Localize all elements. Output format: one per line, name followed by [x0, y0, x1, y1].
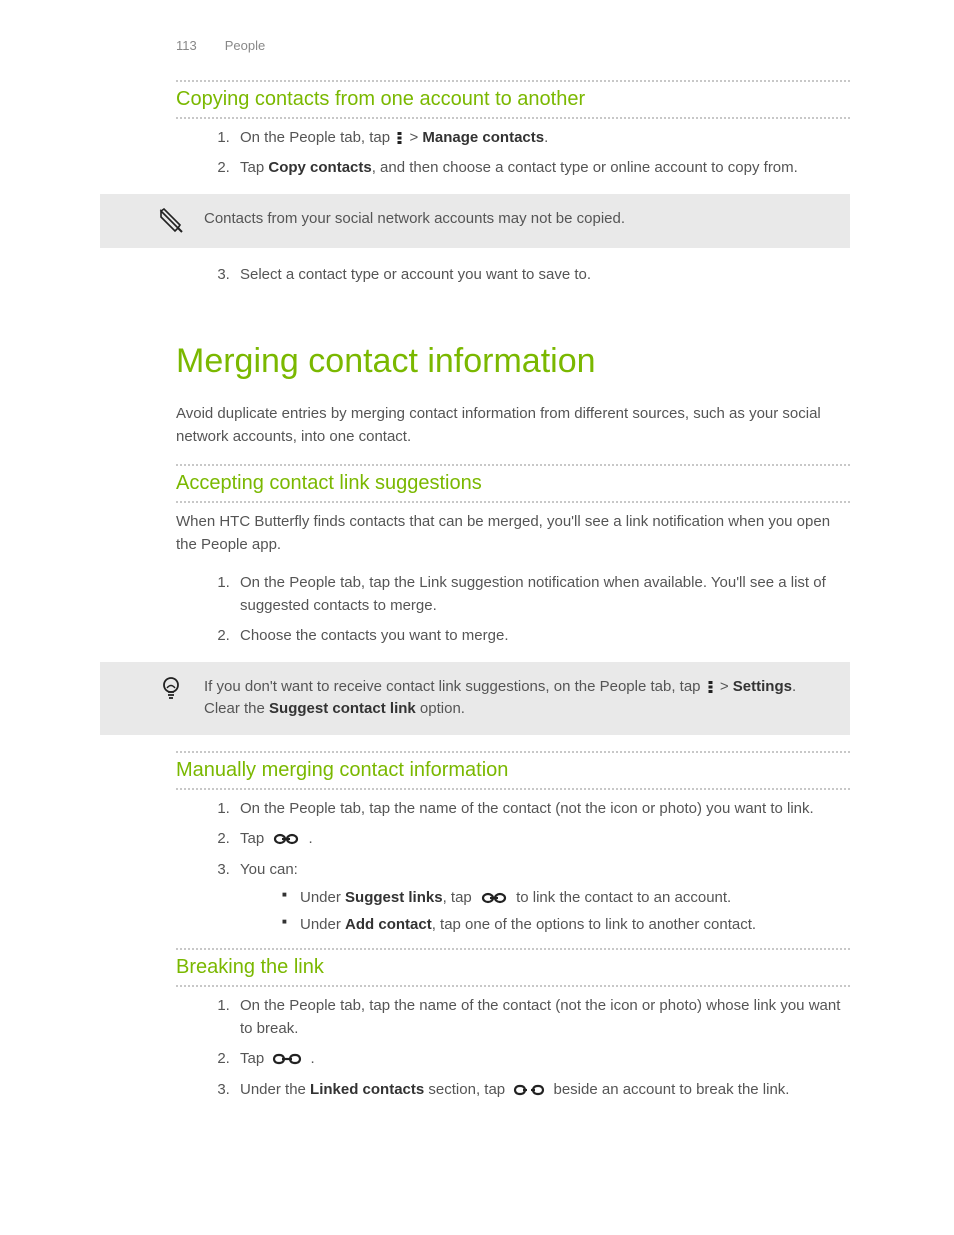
accept-step-2: Choose the contacts you want to merge. — [234, 625, 850, 648]
tip-disable-suggestions: If you don't want to receive contact lin… — [100, 662, 850, 735]
heading-merging: Merging contact information — [176, 336, 850, 387]
tip-text: If you don't want to receive contact lin… — [204, 676, 820, 721]
chain-link-icon — [480, 891, 508, 905]
break-step-2: Tap . — [234, 1048, 850, 1071]
break-step-3: Under the Linked contacts section, tap b… — [234, 1079, 850, 1102]
break-steps: On the People tab, tap the name of the c… — [176, 995, 850, 1101]
page-number: 113 — [176, 36, 197, 56]
manual-step-1: On the People tab, tap the name of the c… — [234, 798, 850, 821]
rule — [176, 80, 850, 82]
copy-step-1: On the People tab, tap > Manage contacts… — [234, 127, 850, 150]
overflow-menu-icon — [396, 131, 403, 145]
heading-manual: Manually merging contact information — [176, 755, 850, 790]
page-header: 113 People — [136, 36, 850, 56]
accept-steps: On the People tab, tap the Link suggesti… — [176, 572, 850, 648]
manual-page: 113 People Copying contacts from one acc… — [0, 0, 954, 1235]
accepting-intro: When HTC Butterfly finds contacts that c… — [176, 511, 850, 556]
merging-intro: Avoid duplicate entries by merging conta… — [176, 403, 850, 448]
manual-bullet-2: Under Add contact, tap one of the option… — [282, 914, 850, 937]
copy-step-3: Select a contact type or account you wan… — [234, 264, 850, 287]
copy-step-2: Tap Copy contacts, and then choose a con… — [234, 157, 850, 180]
pencil-icon — [154, 208, 188, 234]
broken-chain-icon — [513, 1083, 545, 1097]
overflow-menu-icon — [707, 680, 714, 694]
rule — [176, 464, 850, 466]
note-text: Contacts from your social network accoun… — [204, 208, 820, 231]
manual-steps: On the People tab, tap the name of the c… — [176, 798, 850, 937]
break-step-1: On the People tab, tap the name of the c… — [234, 995, 850, 1040]
manual-step-2: Tap . — [234, 828, 850, 851]
rule — [176, 948, 850, 950]
linked-chain-icon — [272, 1052, 302, 1066]
copy-steps-3: Select a contact type or account you wan… — [176, 264, 850, 287]
heading-accepting: Accepting contact link suggestions — [176, 468, 850, 503]
manual-bullets: Under Suggest links, tap to link the con… — [240, 887, 850, 936]
accept-step-1: On the People tab, tap the Link suggesti… — [234, 572, 850, 617]
lightbulb-icon — [154, 676, 188, 702]
rule — [176, 751, 850, 753]
manual-bullet-1: Under Suggest links, tap to link the con… — [282, 887, 850, 910]
copy-steps-1-2: On the People tab, tap > Manage contacts… — [176, 127, 850, 180]
note-social-not-copied: Contacts from your social network accoun… — [100, 194, 850, 248]
heading-breaking: Breaking the link — [176, 952, 850, 987]
chain-link-icon — [272, 832, 300, 846]
manual-step-3: You can: Under Suggest links, tap to lin… — [234, 859, 850, 937]
heading-copy-contacts: Copying contacts from one account to ano… — [176, 84, 850, 119]
section-name: People — [225, 36, 265, 56]
